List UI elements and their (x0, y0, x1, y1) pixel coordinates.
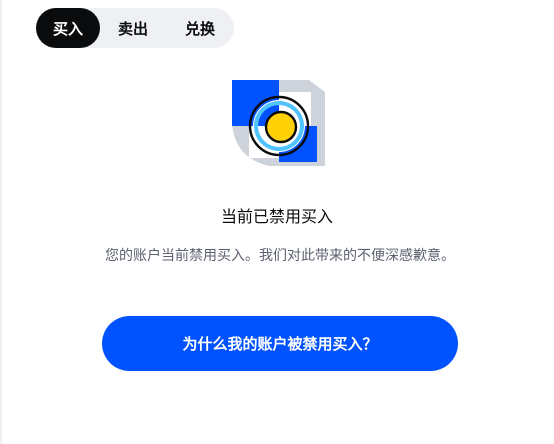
tab-buy[interactable]: 买入 (36, 8, 100, 48)
trade-tabs: 买入 卖出 兑换 (36, 8, 234, 48)
tab-sell[interactable]: 卖出 (100, 8, 166, 48)
notice-description: 您的账户当前禁用买入。我们对此带来的不便深感歉意。 (105, 248, 455, 264)
notice-title: 当前已禁用买入 (220, 207, 333, 226)
tab-convert[interactable]: 兑换 (166, 8, 234, 48)
buy-panel: 买入 卖出 兑换 当前已禁用买入 您的账户当前禁用买入。我们对此带来的不便深感歉… (0, 0, 554, 444)
why-disabled-button[interactable]: 为什么我的账户被禁用买入？ (102, 316, 458, 371)
disabled-account-illustration (232, 80, 325, 166)
